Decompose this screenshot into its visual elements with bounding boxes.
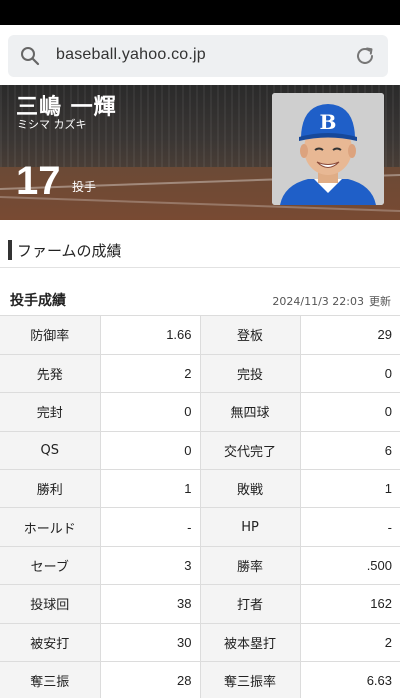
stat-label: セーブ [0,546,101,586]
table-row: 投球回 38 打者 162 [0,584,400,624]
player-position: 投手 [72,180,97,194]
browser-toolbar: baseball.yahoo.co.jp [0,25,400,85]
stat-label: 無四球 [200,392,301,432]
stat-label: 打者 [200,584,301,624]
svg-text:B: B [320,110,337,134]
table-row: 奪三振 28 奪三振率 6.63 [0,661,400,698]
stat-label: 交代完了 [200,431,301,471]
uniform-number: 17 [16,159,61,203]
stat-value: 6.63 [300,661,400,698]
section-marker [8,240,12,260]
stat-label: 勝率 [200,546,301,586]
update-label: 更新 [369,295,391,308]
stat-label: 完投 [200,354,301,394]
stat-value: 3 [100,546,201,586]
update-timestamp: 2024/11/3 22:03 更新 [272,293,391,309]
pitching-stats-title: 投手成績 [10,293,66,309]
stat-label: QS [0,431,101,471]
player-header: 三嶋 一輝 ミシマ カズキ 17 投手 B [0,85,400,220]
stat-value: 30 [100,623,201,663]
stat-value: 2 [100,354,201,394]
stat-value: 0 [100,431,201,471]
stat-label: 投球回 [0,584,101,624]
stat-value: 0 [300,354,400,394]
stat-label: HP [200,507,301,547]
stat-value: 0 [300,392,400,432]
pitching-stats-header: 投手成績 2024/11/3 22:03 更新 [0,268,400,316]
table-row: 先発 2 完投 0 [0,354,400,394]
reload-icon[interactable] [354,45,376,67]
stat-value: 1 [100,469,201,509]
table-row: 完封 0 無四球 0 [0,392,400,432]
stat-value: - [300,507,400,547]
table-row: セーブ 3 勝率 .500 [0,546,400,586]
player-portrait-image: B [272,93,384,205]
table-row: 勝利 1 敗戦 1 [0,469,400,509]
stat-label: 勝利 [0,469,101,509]
stat-label: 先発 [0,354,101,394]
stat-label: 敗戦 [200,469,301,509]
stat-label: 奪三振率 [200,661,301,698]
stat-label: 被安打 [0,623,101,663]
stat-label: ホールド [0,507,101,547]
update-date: 2024/11/3 22:03 [272,295,364,308]
stat-value: 2 [300,623,400,663]
stat-value: 6 [300,431,400,471]
url-text[interactable]: baseball.yahoo.co.jp [56,46,206,64]
search-icon [21,47,40,66]
player-kana: ミシマ カズキ [17,118,87,131]
stat-label: 完封 [0,392,101,432]
table-row: 防御率 1.66 登板 29 [0,316,400,355]
section-title: ファームの成績 [17,242,122,260]
stat-label: 登板 [200,316,301,355]
stat-value: 1 [300,469,400,509]
table-row: 被安打 30 被本塁打 2 [0,623,400,663]
stat-label: 奪三振 [0,661,101,698]
stat-value: 0 [100,392,201,432]
stat-value: 29 [300,316,400,355]
stat-value: .500 [300,546,400,586]
player-photo: B [272,93,384,205]
stat-value: 162 [300,584,400,624]
farm-stats-section-header: ファームの成績 [0,220,400,268]
address-bar[interactable]: baseball.yahoo.co.jp [8,35,388,77]
stat-value: 28 [100,661,201,698]
pitching-stats-table: 防御率 1.66 登板 29 先発 2 完投 0 完封 0 無四球 0 QS 0… [0,316,400,698]
stat-value: 1.66 [100,316,201,355]
stat-value: - [100,507,201,547]
table-row: QS 0 交代完了 6 [0,431,400,471]
stat-label: 防御率 [0,316,101,355]
stat-label: 被本塁打 [200,623,301,663]
status-bar [0,0,400,25]
stat-value: 38 [100,584,201,624]
table-row: ホールド - HP - [0,507,400,547]
